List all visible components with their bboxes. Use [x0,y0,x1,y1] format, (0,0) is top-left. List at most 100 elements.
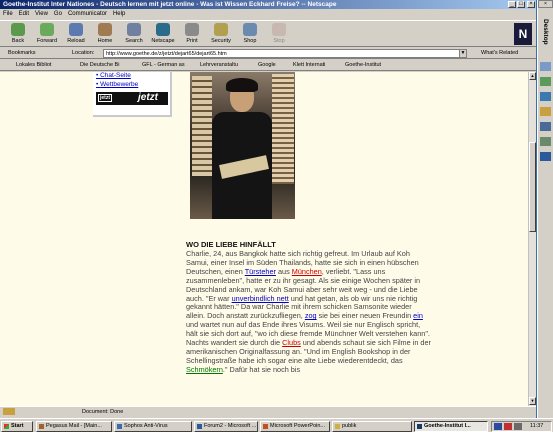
article-heading: WO DIE LIEBE HINFÄLLT [186,240,276,249]
bookmark-item[interactable]: Goethe-Institut [345,60,381,71]
taskbar-item[interactable]: Sophos Anti-Virus [114,421,192,432]
tray-icon[interactable] [514,423,522,430]
article-link[interactable]: unverbindlich nett [232,294,289,303]
status-bar: Document: Done [0,406,536,416]
personal-toolbar: Lokales Bibliot Die Deutsche Bi GFL - Ge… [0,60,536,71]
menu-view[interactable]: View [35,10,48,19]
title-bar: Goethe-Institut Inter Nationes - Deutsch… [0,0,536,9]
menu-help[interactable]: Help [113,10,125,19]
menu-bar: File Edit View Go Communicator Help [0,10,125,19]
desktop-app-icon[interactable] [540,77,551,86]
article-link[interactable]: zog [305,311,317,320]
url-dropdown-button[interactable]: ▼ [459,49,467,58]
print-button[interactable]: Print [178,23,206,44]
printer-icon [185,23,199,36]
desktop-toolbar: × Desktop [537,0,553,418]
sidebar-box: • Chat-Seite • Wettbewerbe jetzt jetzt [93,72,172,117]
close-button[interactable]: × [527,1,535,8]
sidebar-link-contests[interactable]: • Wettbewerbe [96,81,138,88]
photo-books-right [272,74,294,184]
netscape-button[interactable]: Netscape [149,23,177,44]
menu-go[interactable]: Go [54,10,62,19]
bookmarks-button[interactable]: Bookmarks [8,49,36,58]
lock-icon [214,23,228,36]
desktop-app-icon[interactable] [540,137,551,146]
menu-file[interactable]: File [3,10,13,19]
location-label: Location: [72,50,95,56]
netscape-throbber-icon[interactable]: N [514,23,532,45]
desktop-app-icon[interactable] [540,152,551,161]
security-lock-icon[interactable] [3,408,15,415]
location-bar: Bookmarks Location: http://www.goethe.de… [0,48,536,59]
article-body: Charlie, 24, aus Bangkok hatte sich rich… [186,249,431,374]
taskbar-item-active[interactable]: Goethe-Institut I... [414,421,488,432]
start-button[interactable]: Start [1,421,33,432]
navigation-toolbar: Back Forward Reload Home Search Netscape… [0,20,536,47]
minimize-button[interactable]: _ [508,1,516,8]
status-text: Document: Done [82,409,124,415]
desktop-app-icon[interactable] [540,107,551,116]
scroll-down-button[interactable]: ▼ [529,397,536,405]
desktop-app-icon[interactable] [540,122,551,131]
folder-icon [335,424,340,429]
menu-communicator[interactable]: Communicator [68,10,107,19]
taskbar-item[interactable]: Pegasus Mail - [Main... [36,421,112,432]
netscape-window: Goethe-Institut Inter Nationes - Deutsch… [0,0,536,418]
clock: 11:37 [530,423,544,429]
article-link[interactable]: Clubs [282,338,301,347]
shopping-bag-icon [243,23,257,36]
app-icon [197,424,202,429]
scroll-thumb[interactable] [529,142,536,232]
vertical-scrollbar[interactable]: ▲ ▼ [528,72,536,406]
back-arrow-icon [11,23,25,36]
photo-hair [226,78,258,92]
url-input[interactable]: http://www.goethe.de/z/jetzt/dejart65/de… [103,49,463,58]
scroll-up-button[interactable]: ▲ [529,72,536,80]
bookmark-item[interactable]: Die Deutsche Bi [80,60,119,71]
taskbar-item[interactable]: Microsoft PowerPoin... [260,421,330,432]
home-icon [98,23,112,36]
language-icon[interactable] [494,423,502,430]
bookmark-item[interactable]: Lokales Bibliot [16,60,51,71]
desktop-app-icon[interactable] [540,62,551,71]
article-link[interactable]: München [292,267,322,276]
bookmark-item[interactable]: Google [258,60,276,71]
home-button[interactable]: Home [91,23,119,44]
whats-related-button[interactable]: What's Related [481,49,518,58]
app-icon [39,424,44,429]
taskbar-item[interactable]: Forum2 - Microsoft ... [194,421,258,432]
article-link[interactable]: ein [413,311,423,320]
desktop-app-icon[interactable] [540,92,551,101]
desktop-label: Desktop [542,19,549,45]
netscape-icon [156,23,170,36]
search-icon [127,23,141,36]
maximize-button[interactable]: □ [517,1,525,8]
article-link[interactable]: Schmökern [186,365,223,374]
taskbar-item[interactable]: publik [332,421,412,432]
stop-button[interactable]: Stop [265,23,293,44]
jetzt-logo: jetzt jetzt [96,92,168,105]
reload-button[interactable]: Reload [62,23,90,44]
reload-icon [69,23,83,36]
forward-button[interactable]: Forward [33,23,61,44]
article-link[interactable]: Türsteher [245,267,276,276]
article-photo [190,72,295,219]
menu-edit[interactable]: Edit [19,10,29,19]
forward-arrow-icon [40,23,54,36]
desktop-close-button[interactable]: × [538,0,553,8]
system-tray: 11:37 [491,421,552,432]
search-button[interactable]: Search [120,23,148,44]
back-button[interactable]: Back [4,23,32,44]
bookmark-item[interactable]: Klett Internati [293,60,325,71]
netscape-icon [417,424,422,429]
security-button[interactable]: Security [207,23,235,44]
sidebar-link-chat[interactable]: • Chat-Seite [96,72,131,79]
shop-button[interactable]: Shop [236,23,264,44]
app-icon [263,424,268,429]
taskbar: Start Pegasus Mail - [Main... Sophos Ant… [0,418,553,432]
app-icon [117,424,122,429]
stop-icon [272,23,286,36]
bookmark-item[interactable]: Lehrveranstaltu [200,60,238,71]
tray-icon[interactable] [504,423,512,430]
bookmark-item[interactable]: GFL - German as [142,60,185,71]
